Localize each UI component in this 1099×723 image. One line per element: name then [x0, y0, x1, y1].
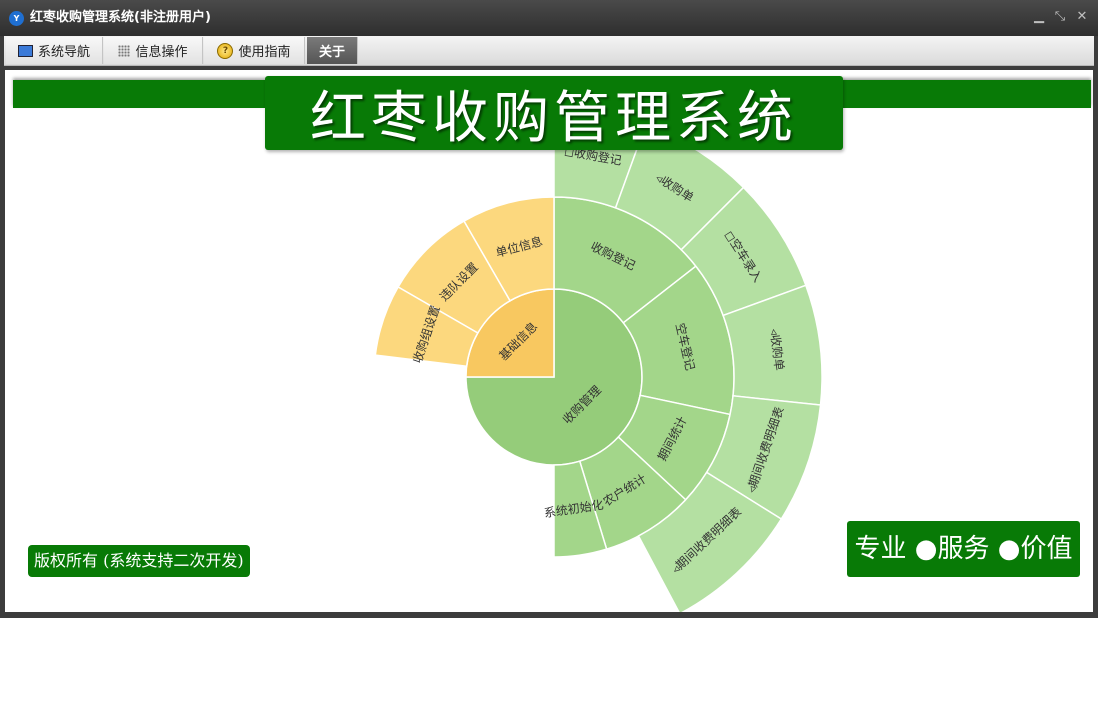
tab-system-navigation[interactable]: 系统导航 [6, 37, 103, 64]
close-icon[interactable]: ✕ [1073, 8, 1091, 26]
menu-bar: 系统导航 信息操作 ? 使用指南 关于 [4, 36, 1094, 66]
help-icon: ? [217, 42, 234, 59]
app-logo-icon: Y [9, 11, 24, 26]
tab-user-guide[interactable]: ? 使用指南 [204, 37, 305, 64]
monitor-icon [17, 44, 33, 57]
tab-label: 信息操作 [135, 45, 188, 60]
tab-info-operations[interactable]: 信息操作 [104, 37, 203, 64]
copyright-badge: 版权所有 (系统支持二次开发) [28, 545, 250, 577]
system-title: 红枣收购管理系统 [310, 85, 798, 151]
restore-icon[interactable]: ⤡ [1051, 8, 1069, 26]
tab-label: 关于 [318, 45, 345, 60]
system-title-banner: 红枣收购管理系统 [265, 76, 843, 151]
slogan-badge: 专业 ●服务 ●价值 [847, 521, 1080, 577]
tab-label: 使用指南 [238, 45, 291, 60]
tab-about[interactable]: 关于 [307, 37, 358, 64]
app-window: Y 红枣收购管理系统(非注册用户) ▁ ⤡ ✕ 系统导航 信息操作 ? 使用指南… [0, 0, 1098, 618]
window-title: 红枣收购管理系统(非注册用户) [30, 10, 211, 25]
title-bar[interactable]: Y 红枣收购管理系统(非注册用户) ▁ ⤡ ✕ [0, 0, 1098, 36]
grid-icon [118, 44, 131, 57]
tab-label: 系统导航 [37, 45, 90, 60]
content-area: 收购管理 基础信息 收购登记 空车登记 期间统计 农户统计 系统初始化 单位信息 违队设置 收购组… [5, 70, 1093, 612]
minimize-icon[interactable]: ▁ [1030, 8, 1048, 26]
